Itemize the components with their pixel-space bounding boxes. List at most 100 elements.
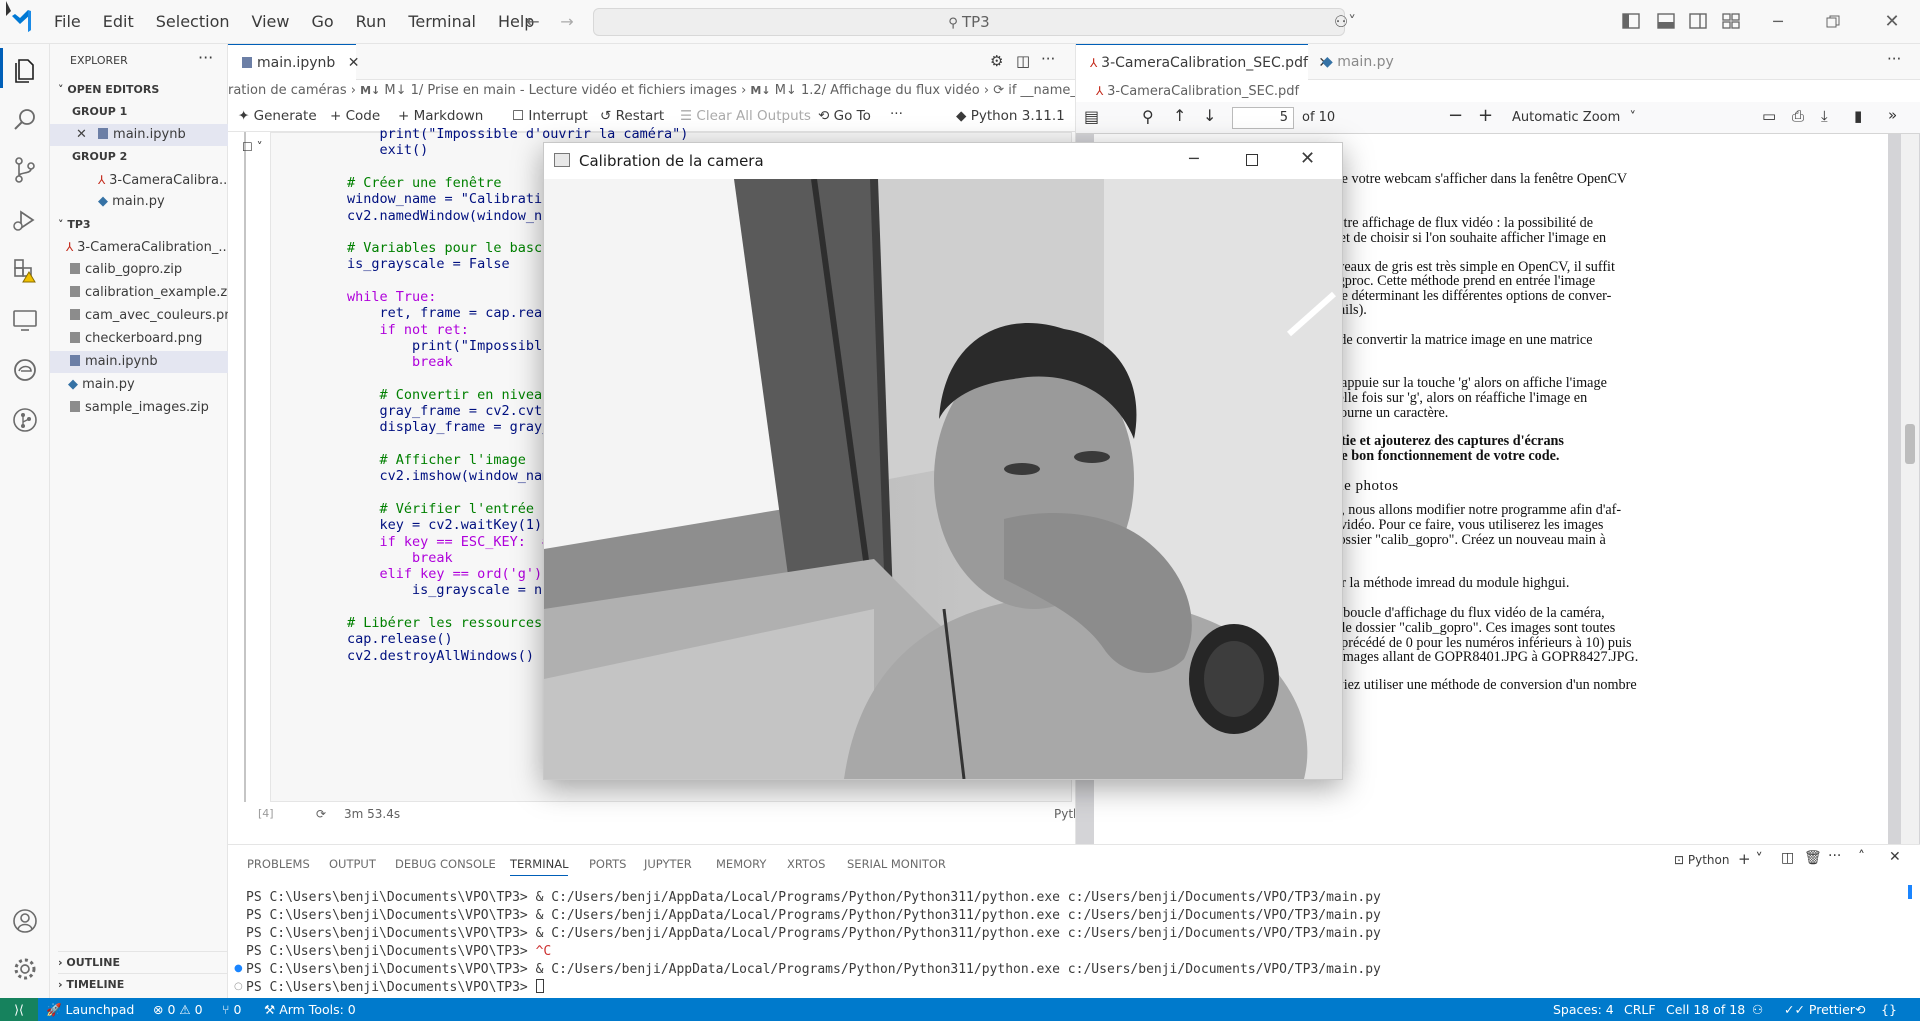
goto-button[interactable]: ⟲ Go To [818,108,871,124]
tools-expand-icon[interactable]: » [1888,106,1897,124]
toggle-sidebar-icon[interactable]: ▤ [1084,107,1099,126]
zoom-out-icon[interactable]: − [1448,105,1463,126]
tab-main-ipynb[interactable]: main.ipynb ✕ [228,44,359,80]
maximize-panel-icon[interactable]: ˄ [1858,849,1865,865]
clear-outputs-button[interactable]: ☰ Clear All Outputs [680,108,811,124]
settings-gear-icon[interactable]: ⚙ [990,52,1003,70]
remote-indicator-icon[interactable]: ⟩⟨ [0,998,38,1021]
page-number-input[interactable]: 5 [1232,107,1294,129]
kill-terminal-icon[interactable]: 🗑 [1804,850,1822,866]
arm-tools-item[interactable]: ⚒ Arm Tools: 0 [264,998,356,1021]
terminal-shell-selector[interactable]: ⊡ Python [1674,853,1729,867]
terminal-line[interactable]: PS C:\Users\benji\Documents\VPO\TP3> [246,979,544,997]
breadcrumb-item[interactable]: ⟳ if __name__ == "__main__": [993,83,1075,98]
open-editor-main-ipynb[interactable]: ✕ main.ipynb [50,124,228,146]
next-page-icon[interactable]: ↓ [1203,106,1216,125]
explorer-icon[interactable] [9,54,41,86]
more-actions-icon[interactable]: ··· [1828,848,1841,864]
open-editor-main-py[interactable]: ◆ main.py [50,191,228,213]
cell-checkbox-icon[interactable]: ☐ ˅ [242,140,263,154]
tab-debug-console[interactable]: DEBUG CONSOLE [395,857,496,871]
close-tab-icon[interactable]: ✕ [348,55,360,71]
pdf-scroll-thumb[interactable] [1905,424,1915,464]
back-arrow-icon[interactable]: ← [521,10,545,34]
timeline-section[interactable]: › TIMELINE [58,973,236,995]
file-main-ipynb[interactable]: main.ipynb [50,351,228,373]
tab-terminal[interactable]: TERMINAL [510,857,569,876]
edge-devtools-icon[interactable] [9,354,41,386]
download-icon[interactable]: ⤓ [1821,107,1828,125]
command-center-search[interactable]: ⚲ TP3 [593,8,1345,36]
language-braces-item[interactable]: {} [1881,998,1897,1021]
close-window-icon[interactable]: ✕ [1880,10,1904,34]
breadcrumb-item[interactable]: ration de caméras [228,83,347,98]
generate-button[interactable]: ✦ Generate [238,108,317,124]
split-terminal-icon[interactable]: ◫ [1781,850,1794,866]
breadcrumb-item[interactable]: 3-CameraCalibration_SEC.pdf [1107,84,1299,99]
pdf-search-icon[interactable]: ⚲ [1142,107,1154,126]
toggle-secondary-sidebar-icon[interactable] [1689,13,1707,29]
cell-position-item[interactable]: Cell 18 of 18 [1666,998,1745,1021]
tab-serial-monitor[interactable]: SERIAL MONITOR [847,857,946,871]
kernel-picker[interactable]: ◆ Python 3.11.1 [956,108,1065,124]
menu-terminal[interactable]: Terminal [397,0,487,44]
add-code-button[interactable]: + Code [330,108,380,124]
menu-view[interactable]: View [241,0,301,44]
search-sidebar-icon[interactable] [9,104,41,136]
problems-item[interactable]: ⊗ 0 ⚠ 0 [153,998,203,1021]
toggle-sidebar-icon[interactable] [1622,13,1640,29]
source-control-icon[interactable] [9,154,41,186]
open-editors-header[interactable]: ˅ OPEN EDITORS [58,79,236,101]
maximize-icon[interactable] [1246,154,1258,166]
accounts-icon[interactable] [9,905,41,937]
interrupt-button[interactable]: ☐ Interrupt [512,108,588,124]
zoom-select[interactable]: Automatic Zoom ˅ [1506,106,1642,130]
git-graph-icon[interactable] [9,404,41,436]
prettier-item[interactable]: ✓✓ Prettier [1784,998,1855,1021]
file-cam-avec-couleurs[interactable]: cam_avec_couleurs.png [50,305,228,327]
breadcrumb-item[interactable]: M↓ 1/ Prise en main - Lecture vidéo et f… [384,83,737,98]
zoom-in-icon[interactable]: + [1478,105,1493,126]
menu-run[interactable]: Run [345,0,398,44]
toggle-panel-icon[interactable] [1657,13,1675,29]
print-icon[interactable]: ⎙ [1792,107,1804,125]
more-actions-icon[interactable]: ··· [1887,50,1901,68]
close-panel-icon[interactable]: ✕ [1889,849,1901,865]
tab-problems[interactable]: PROBLEMS [247,857,310,871]
run-debug-icon[interactable] [9,204,41,236]
bookmark-icon[interactable]: ▮ [1854,107,1862,125]
file-calibration-example-zip[interactable]: calibration_example.zip [50,282,228,304]
file-calib-gopro-zip[interactable]: calib_gopro.zip [50,259,228,281]
previous-page-icon[interactable]: ↑ [1173,106,1186,125]
tab-output[interactable]: OUTPUT [329,857,376,871]
notifications-icon[interactable]: ⟲ [1855,998,1865,1021]
file-main-py[interactable]: ◆ main.py [50,374,228,396]
opencv-title-bar[interactable]: Calibration de la camera ─ ✕ [544,143,1342,179]
close-icon[interactable]: ✕ [76,127,87,142]
indentation-item[interactable]: Spaces: 4 [1553,998,1614,1021]
tab-memory[interactable]: MEMORY [716,857,766,871]
breadcrumb-item[interactable]: M↓ 1.2/ Affichage du flux vidéo [775,83,980,98]
open-editor-pdf[interactable]: ⅄ 3-CameraCalibra... [50,169,228,191]
launchpad-item[interactable]: 🚀 Launchpad [46,998,134,1021]
tab-pdf[interactable]: ⅄ 3-CameraCalibration_SEC.pdf ✕ [1076,44,1330,80]
tab-jupyter[interactable]: JUPYTER [644,857,692,871]
copilot-status-icon[interactable]: ⚇ [1752,998,1763,1021]
tab-ports[interactable]: PORTS [589,857,626,871]
restore-icon[interactable] [1826,15,1840,29]
open-file-icon[interactable]: ▭ [1762,107,1776,125]
file-pdf[interactable]: ⅄ 3-CameraCalibration_... [50,236,228,258]
file-checkerboard[interactable]: checkerboard.png [50,328,228,350]
copilot-icon[interactable]: ⚇˅ [1327,10,1363,34]
eol-item[interactable]: CRLF [1624,998,1656,1021]
more-actions-icon[interactable]: ··· [198,48,213,67]
menu-go[interactable]: Go [300,0,344,44]
outline-section[interactable]: › OUTLINE [58,951,236,973]
more-actions-icon[interactable]: ··· [890,106,903,122]
remote-explorer-icon[interactable] [9,304,41,336]
tab-xrtos[interactable]: XRTOS [787,857,825,871]
menu-edit[interactable]: Edit [92,0,145,44]
minimize-icon[interactable]: ─ [1189,149,1199,168]
pdf-scrollbar[interactable] [1901,134,1919,844]
manage-gear-icon[interactable] [9,953,41,985]
